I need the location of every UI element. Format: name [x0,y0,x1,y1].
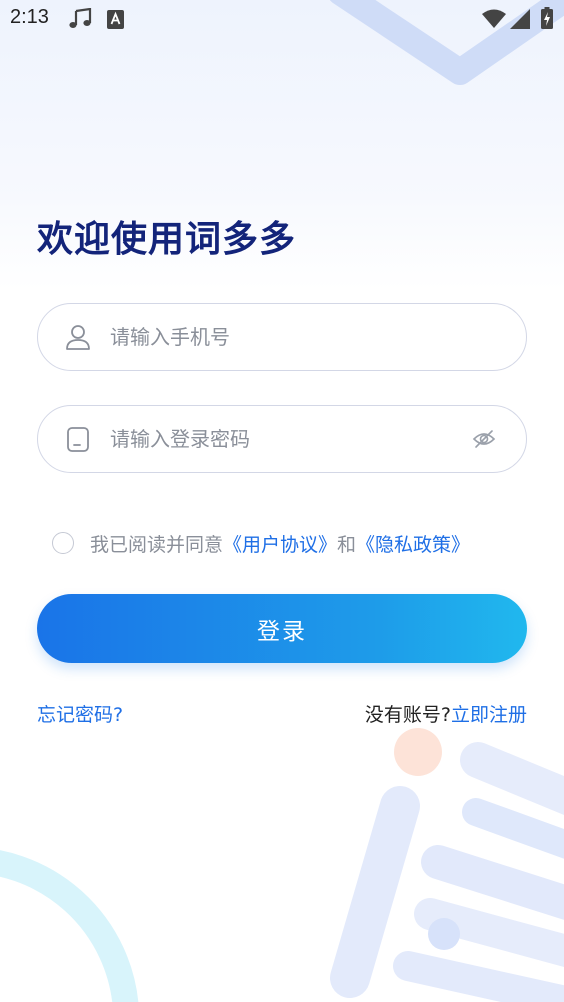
welcome-title: 欢迎使用词多多 [37,219,297,260]
agreement-prefix: 我已阅读并同意 [90,533,224,556]
eye-off-icon[interactable] [472,427,496,451]
phone-input[interactable] [110,304,470,370]
user-agreement-link[interactable]: 《用户协议》 [223,530,337,557]
cell-signal-icon [510,9,530,29]
phone-input-box[interactable] [37,303,527,371]
password-input[interactable] [110,406,470,472]
user-icon [66,325,90,350]
register-link[interactable]: 立即注册 [451,704,527,726]
battery-charging-icon [541,7,553,29]
keyboard-a-icon [107,10,124,29]
register-row: 没有账号?立即注册 [365,700,527,727]
forgot-password-link[interactable]: 忘记密码? [37,700,123,727]
wifi-icon [482,9,506,28]
status-time: 2:13 [10,6,49,28]
status-bar: 2:13 [0,0,564,38]
background [0,0,564,1002]
agreement-checkbox[interactable] [52,532,74,554]
agreement-conjunction: 和 [337,533,357,556]
login-button[interactable]: 登录 [37,594,527,663]
agreement-row: 我已阅读并同意 《用户协议》 和 《隐私政策》 [52,530,470,556]
privacy-policy-link[interactable]: 《隐私政策》 [356,530,470,557]
phone-lock-icon [67,427,89,452]
no-account-text: 没有账号? [364,704,451,726]
password-input-box[interactable] [37,405,527,473]
music-note-icon [69,8,92,28]
